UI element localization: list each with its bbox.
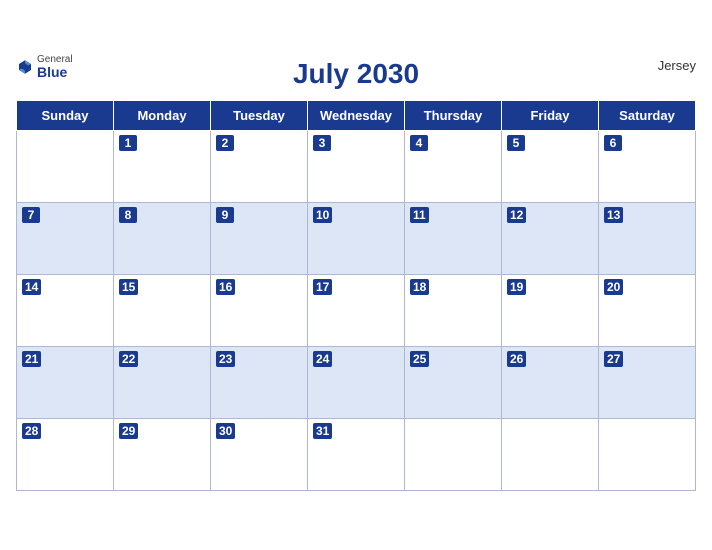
day-number: 14 xyxy=(22,279,41,295)
day-number: 31 xyxy=(313,423,332,439)
general-blue-logo-icon xyxy=(16,58,34,76)
day-number: 19 xyxy=(507,279,526,295)
day-number: 11 xyxy=(410,207,429,223)
day-number: 20 xyxy=(604,279,623,295)
calendar-day-cell: 22 xyxy=(114,346,211,418)
day-number: 10 xyxy=(313,207,332,223)
calendar-day-cell: 8 xyxy=(114,202,211,274)
calendar-day-cell: 9 xyxy=(211,202,308,274)
calendar-day-cell: 24 xyxy=(308,346,405,418)
calendar-day-cell: 3 xyxy=(308,130,405,202)
day-number: 5 xyxy=(507,135,525,151)
day-number: 3 xyxy=(313,135,331,151)
day-number: 22 xyxy=(119,351,138,367)
calendar-day-cell xyxy=(502,418,599,490)
calendar-day-cell: 25 xyxy=(405,346,502,418)
day-number: 6 xyxy=(604,135,622,151)
calendar-day-cell: 28 xyxy=(17,418,114,490)
calendar-day-cell: 1 xyxy=(114,130,211,202)
day-number: 28 xyxy=(22,423,41,439)
calendar-day-cell: 7 xyxy=(17,202,114,274)
calendar-day-cell: 12 xyxy=(502,202,599,274)
calendar-wrapper: General Blue July 2030 Jersey Sunday Mon… xyxy=(0,44,712,507)
calendar-title: July 2030 xyxy=(293,58,419,90)
day-number: 4 xyxy=(410,135,428,151)
day-number: 27 xyxy=(604,351,623,367)
calendar-day-cell: 30 xyxy=(211,418,308,490)
calendar-day-cell: 18 xyxy=(405,274,502,346)
day-number: 13 xyxy=(604,207,623,223)
day-number: 9 xyxy=(216,207,234,223)
header-saturday: Saturday xyxy=(599,100,696,130)
calendar-day-cell: 20 xyxy=(599,274,696,346)
calendar-day-cell: 26 xyxy=(502,346,599,418)
header-thursday: Thursday xyxy=(405,100,502,130)
day-number: 17 xyxy=(313,279,332,295)
header-friday: Friday xyxy=(502,100,599,130)
calendar-week-row: 14 15 16 17 18 19 20 xyxy=(17,274,696,346)
logo-area: General Blue xyxy=(16,54,73,80)
calendar-day-cell: 21 xyxy=(17,346,114,418)
header-wednesday: Wednesday xyxy=(308,100,405,130)
calendar-day-cell: 27 xyxy=(599,346,696,418)
calendar-day-cell xyxy=(17,130,114,202)
calendar-day-cell: 6 xyxy=(599,130,696,202)
calendar-day-cell: 23 xyxy=(211,346,308,418)
calendar-day-cell xyxy=(405,418,502,490)
calendar-week-row: 21 22 23 24 25 26 27 xyxy=(17,346,696,418)
day-number: 1 xyxy=(119,135,137,151)
region-label: Jersey xyxy=(658,58,696,73)
day-number: 7 xyxy=(22,207,40,223)
calendar-day-cell: 2 xyxy=(211,130,308,202)
calendar-table: Sunday Monday Tuesday Wednesday Thursday… xyxy=(16,100,696,491)
day-number: 26 xyxy=(507,351,526,367)
calendar-header: General Blue July 2030 Jersey xyxy=(16,54,696,94)
calendar-day-cell: 19 xyxy=(502,274,599,346)
day-number: 15 xyxy=(119,279,138,295)
calendar-day-cell: 15 xyxy=(114,274,211,346)
calendar-day-cell: 16 xyxy=(211,274,308,346)
day-number: 12 xyxy=(507,207,526,223)
calendar-day-cell: 10 xyxy=(308,202,405,274)
calendar-day-cell xyxy=(599,418,696,490)
calendar-week-row: 7 8 9 10 11 12 13 xyxy=(17,202,696,274)
calendar-day-cell: 29 xyxy=(114,418,211,490)
logo-general-text: General xyxy=(37,54,73,65)
day-number: 25 xyxy=(410,351,429,367)
day-number: 21 xyxy=(22,351,41,367)
calendar-week-row: 1 2 3 4 5 6 xyxy=(17,130,696,202)
weekday-header-row: Sunday Monday Tuesday Wednesday Thursday… xyxy=(17,100,696,130)
day-number: 16 xyxy=(216,279,235,295)
day-number: 30 xyxy=(216,423,235,439)
day-number: 2 xyxy=(216,135,234,151)
calendar-day-cell: 5 xyxy=(502,130,599,202)
calendar-day-cell: 11 xyxy=(405,202,502,274)
calendar-day-cell: 4 xyxy=(405,130,502,202)
calendar-day-cell: 13 xyxy=(599,202,696,274)
logo-blue-text: Blue xyxy=(37,65,73,80)
calendar-day-cell: 31 xyxy=(308,418,405,490)
day-number: 24 xyxy=(313,351,332,367)
header-sunday: Sunday xyxy=(17,100,114,130)
calendar-week-row: 28 29 30 31 xyxy=(17,418,696,490)
calendar-day-cell: 14 xyxy=(17,274,114,346)
day-number: 29 xyxy=(119,423,138,439)
header-tuesday: Tuesday xyxy=(211,100,308,130)
calendar-day-cell: 17 xyxy=(308,274,405,346)
header-monday: Monday xyxy=(114,100,211,130)
day-number: 23 xyxy=(216,351,235,367)
day-number: 8 xyxy=(119,207,137,223)
day-number: 18 xyxy=(410,279,429,295)
